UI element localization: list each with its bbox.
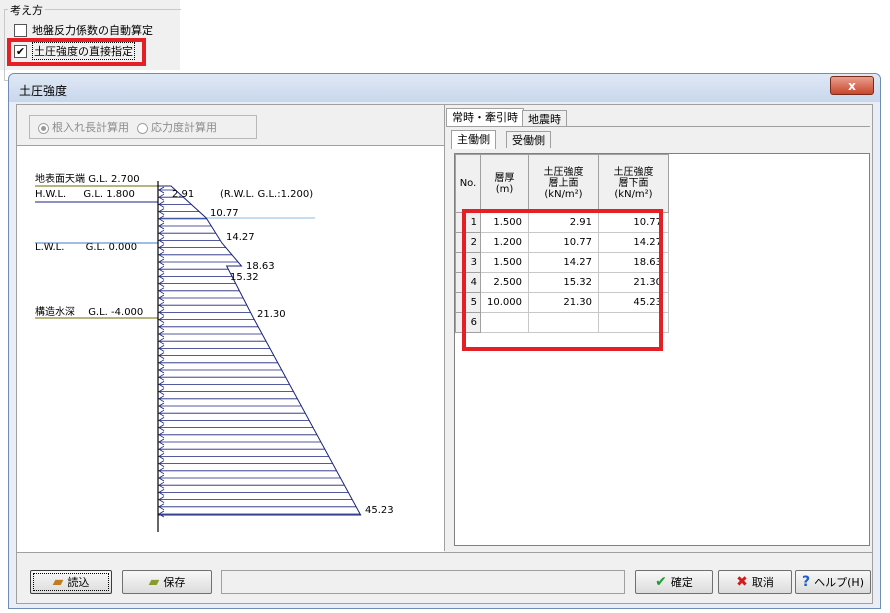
cancel-button[interactable]: ✖ 取消 bbox=[718, 570, 792, 594]
highlight-table-box bbox=[462, 209, 663, 351]
value-label: 2.91 bbox=[172, 189, 194, 200]
calc-mode-group: 根入れ長計算用 応力度計算用 bbox=[29, 115, 257, 139]
pressure-diagram-svg: 地表面天端 G.L. 2.700 H.W.L. G.L. 1.800 L.W.L… bbox=[35, 172, 394, 532]
cancel-button-label: 取消 bbox=[751, 576, 774, 589]
radio-unselected-icon bbox=[137, 122, 148, 134]
col-header-bottom: 土圧強度 層下面 (kN/m²) bbox=[598, 154, 669, 213]
tab-passive-side[interactable]: 受働側 bbox=[506, 131, 551, 148]
tab-earthquake[interactable]: 地震時 bbox=[522, 110, 567, 127]
save-folder-icon: ▰ bbox=[148, 574, 160, 590]
radio-selected-icon bbox=[38, 122, 49, 134]
value-label: 18.63 bbox=[246, 261, 275, 272]
radio-stress[interactable]: 応力度計算用 bbox=[137, 119, 217, 135]
earth-pressure-diagram: 地表面天端 G.L. 2.700 H.W.L. G.L. 1.800 L.W.L… bbox=[17, 145, 444, 552]
auto-subgrade-label: 地盤反力係数の自動算定 bbox=[32, 24, 153, 37]
help-icon: ? bbox=[802, 574, 811, 590]
checkbox-unchecked-icon bbox=[14, 23, 27, 37]
radio-embedment[interactable]: 根入れ長計算用 bbox=[38, 119, 129, 135]
value-label: 21.30 bbox=[257, 309, 286, 320]
radio-embedment-label: 根入れ長計算用 bbox=[52, 121, 129, 134]
rwl-note: (R.W.L. G.L.:1.200) bbox=[220, 189, 313, 200]
folder-open-icon: ▰ bbox=[52, 574, 64, 590]
dialog-titlebar[interactable]: 土圧強度 x bbox=[9, 74, 880, 102]
level-label-ground: 地表面天端 G.L. 2.700 bbox=[35, 172, 140, 185]
level-label-hwl: H.W.L. G.L. 1.800 bbox=[35, 189, 135, 200]
value-label: 14.27 bbox=[226, 232, 255, 243]
radio-stress-label: 応力度計算用 bbox=[151, 121, 217, 134]
tab-normal[interactable]: 常時・牽引時 bbox=[446, 108, 524, 127]
tab-active-side[interactable]: 主働側 bbox=[451, 130, 496, 149]
check-icon: ✔ bbox=[655, 574, 667, 590]
col-header-thickness: 層厚 (m) bbox=[480, 154, 529, 213]
tab-divider bbox=[446, 126, 870, 127]
options-group-title: 考え方 bbox=[8, 2, 45, 18]
level-label-depth: 構造水深 G.L. -4.000 bbox=[35, 305, 143, 318]
dialog-button-bar: ▰ 読込 ▰ 保存 ✔ 確定 ✖ 取消 ? ヘルプ(H) bbox=[17, 552, 872, 604]
read-button[interactable]: ▰ 読込 bbox=[30, 570, 112, 594]
earth-pressure-dialog: 土圧強度 x 根入れ長計算用 応力度計算用 地表面天端 G.L. 2.700 H… bbox=[8, 73, 881, 609]
pressure-envelope-line bbox=[158, 185, 362, 516]
auto-subgrade-checkbox[interactable]: 地盤反力係数の自動算定 bbox=[14, 22, 153, 38]
pressure-hatch bbox=[158, 186, 361, 518]
col-header-top: 土圧強度 層上面 (kN/m²) bbox=[528, 154, 599, 213]
col-header-no: No. bbox=[455, 154, 481, 213]
save-button[interactable]: ▰ 保存 bbox=[122, 570, 212, 594]
status-field bbox=[221, 570, 625, 594]
diagram-pane: 根入れ長計算用 応力度計算用 地表面天端 G.L. 2.700 H.W.L. G… bbox=[17, 105, 445, 552]
value-label: 10.77 bbox=[210, 208, 239, 219]
ok-button[interactable]: ✔ 確定 bbox=[635, 570, 713, 594]
highlight-checkbox-box bbox=[7, 38, 146, 66]
value-label: 45.23 bbox=[365, 505, 394, 516]
cross-icon: ✖ bbox=[736, 574, 748, 590]
dialog-client: 根入れ長計算用 応力度計算用 地表面天端 G.L. 2.700 H.W.L. G… bbox=[16, 104, 873, 604]
help-button[interactable]: ? ヘルプ(H) bbox=[795, 570, 871, 594]
close-button[interactable]: x bbox=[830, 76, 874, 95]
ok-button-label: 確定 bbox=[670, 576, 693, 589]
save-button-label: 保存 bbox=[163, 576, 186, 589]
value-label: 15.32 bbox=[230, 272, 259, 283]
level-label-lwl: L.W.L. G.L. 0.000 bbox=[35, 242, 137, 253]
help-button-label: ヘルプ(H) bbox=[814, 576, 864, 589]
options-group-panel: 考え方 地盤反力係数の自動算定 ✔ 土圧強度の直接指定 bbox=[0, 0, 181, 81]
dialog-title: 土圧強度 bbox=[19, 84, 68, 98]
read-button-label: 読込 bbox=[67, 576, 90, 589]
close-icon: x bbox=[848, 79, 856, 93]
